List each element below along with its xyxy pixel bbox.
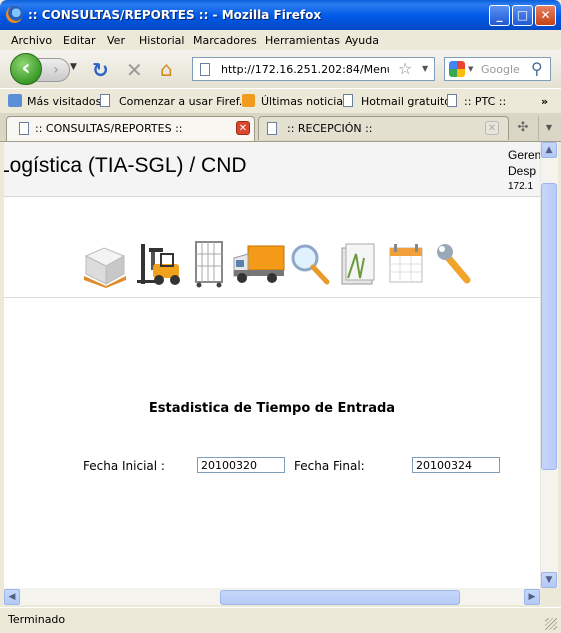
status-text: Terminado — [8, 613, 66, 626]
menu-archivo[interactable]: Archivo — [11, 34, 52, 47]
forklift-icon[interactable] — [137, 240, 181, 288]
history-dropdown-icon[interactable]: ▼ — [70, 62, 77, 72]
bookmarks-overflow-chevron-icon[interactable]: » — [541, 95, 548, 108]
firefox-icon — [6, 6, 23, 23]
most-visited-icon — [8, 94, 22, 107]
scroll-up-button[interactable]: ▲ — [541, 142, 557, 158]
menu-ayuda[interactable]: Ayuda — [345, 34, 379, 47]
page-header: Logística (TIA-SGL) / CND Geren Desp 172… — [4, 142, 540, 197]
rss-feed-icon — [242, 94, 255, 107]
resize-grip-icon[interactable] — [545, 618, 557, 630]
close-button[interactable]: ✕ — [535, 5, 556, 26]
folders-icon[interactable] — [338, 240, 382, 288]
pallet-icon[interactable] — [82, 240, 126, 288]
title-bar: :: CONSULTAS/REPORTES :: - Mozilla Firef… — [0, 0, 561, 30]
fecha-inicial-input[interactable] — [197, 457, 285, 473]
header-user-line-2: Desp — [508, 164, 537, 178]
page-title: Logística (TIA-SGL) / CND — [4, 154, 247, 177]
bookmark-comenzar[interactable]: Comenzar a usar Firef... — [119, 95, 249, 108]
fecha-final-label: Fecha Final: — [294, 459, 365, 473]
scroll-down-button[interactable]: ▼ — [541, 572, 557, 588]
report-heading: Estadistica de Tiempo de Entrada — [148, 401, 396, 416]
divider — [4, 297, 540, 298]
search-box[interactable]: ▼ Google ⚲ — [444, 57, 551, 81]
tab-consultas-reportes[interactable]: :: CONSULTAS/REPORTES :: ✕ — [6, 116, 255, 141]
magnifier-icon[interactable] — [289, 240, 333, 288]
bookmark-mas-visitados[interactable]: Más visitados — [27, 95, 101, 108]
scroll-left-button[interactable]: ◀ — [4, 589, 20, 605]
bookmark-ptc[interactable]: :: PTC :: — [464, 95, 506, 108]
reload-icon[interactable]: ↻ — [92, 58, 109, 82]
menu-editar[interactable]: Editar — [63, 34, 96, 47]
google-icon[interactable] — [449, 61, 465, 77]
page-icon — [343, 94, 353, 107]
bookmark-star-icon[interactable]: ☆ — [398, 59, 412, 78]
home-icon[interactable]: ⌂ — [160, 57, 173, 81]
header-user-line-1: Geren — [508, 148, 540, 162]
fecha-final-input[interactable] — [412, 457, 500, 473]
window-title: :: CONSULTAS/REPORTES :: - Mozilla Firef… — [28, 8, 322, 22]
close-tab-icon[interactable]: ✕ — [236, 121, 250, 135]
cage-cart-icon[interactable] — [190, 240, 234, 288]
minimize-button[interactable]: _ — [489, 5, 510, 26]
menu-ver[interactable]: Ver — [107, 34, 125, 47]
delivery-truck-icon[interactable] — [232, 240, 286, 288]
header-ip: 172.1 — [508, 181, 534, 192]
search-placeholder: Google — [481, 63, 520, 76]
tab-recepcion[interactable]: :: RECEPCIÓN :: ✕ — [258, 116, 509, 140]
page-icon — [200, 63, 210, 76]
menu-historial[interactable]: Historial — [139, 34, 184, 47]
url-dropdown-icon[interactable]: ▼ — [422, 64, 428, 73]
bookmark-hotmail[interactable]: Hotmail gratuito — [361, 95, 451, 108]
page-icon — [19, 122, 29, 135]
vertical-scroll-thumb[interactable] — [541, 183, 557, 470]
horizontal-scroll-thumb[interactable] — [220, 590, 460, 605]
back-button[interactable]: ‹ — [10, 53, 42, 85]
tab-label: :: CONSULTAS/REPORTES :: — [35, 122, 183, 135]
page-icon — [100, 94, 110, 107]
wrench-icon[interactable] — [435, 240, 479, 288]
tab-label: :: RECEPCIÓN :: — [287, 122, 373, 135]
search-engine-dropdown-icon[interactable]: ▼ — [468, 65, 473, 73]
status-bar: Terminado — [0, 607, 561, 633]
menu-marcadores[interactable]: Marcadores — [193, 34, 257, 47]
new-tab-icon[interactable]: ✣ — [512, 116, 534, 140]
address-url: http://172.16.251.202:84/Menu/co — [221, 63, 389, 76]
list-tabs-dropdown-icon[interactable]: ▼ — [538, 116, 559, 140]
calendar-icon[interactable] — [386, 240, 430, 288]
menu-herramientas[interactable]: Herramientas — [265, 34, 340, 47]
bookmark-ultimas-noticias[interactable]: Últimas noticias — [261, 95, 349, 108]
maximize-button[interactable]: □ — [512, 5, 533, 26]
stop-icon[interactable]: ✕ — [126, 58, 143, 82]
page-icon — [267, 122, 277, 135]
page-content: Logística (TIA-SGL) / CND Geren Desp 172… — [4, 142, 540, 603]
menu-bar: Archivo Editar Ver Historial Marcadores … — [0, 30, 561, 50]
search-icon[interactable]: ⚲ — [531, 59, 543, 78]
fecha-inicial-label: Fecha Inicial : — [83, 459, 165, 473]
close-tab-icon[interactable]: ✕ — [485, 121, 499, 135]
address-bar[interactable]: http://172.16.251.202:84/Menu/co ☆ ▼ — [192, 57, 435, 81]
page-icon — [447, 94, 457, 107]
scroll-right-button[interactable]: ▶ — [524, 589, 540, 605]
